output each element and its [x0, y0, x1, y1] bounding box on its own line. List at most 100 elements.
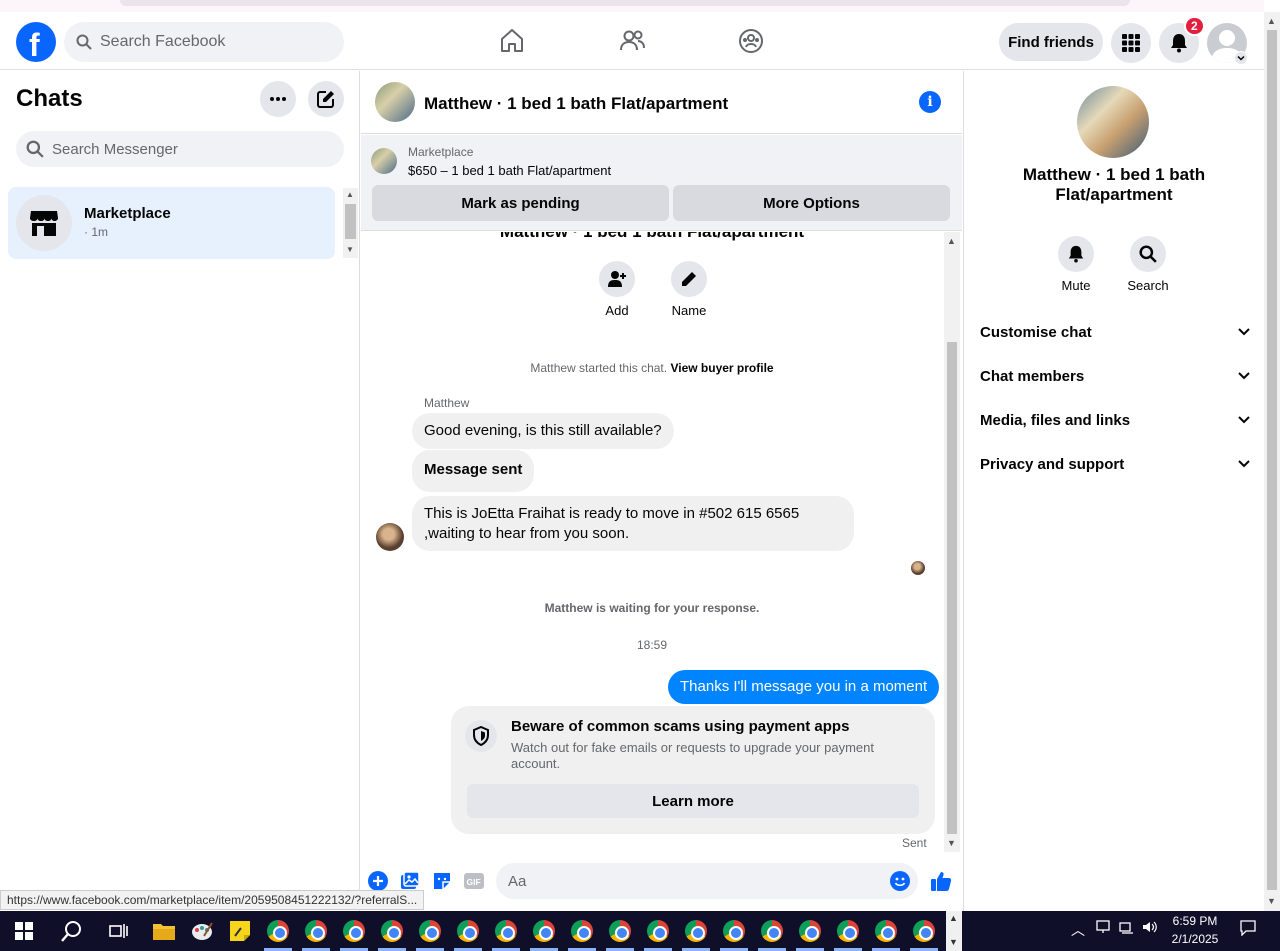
section-chat-members[interactable]: Chat members: [980, 358, 1250, 394]
chrome-icon[interactable]: [760, 919, 784, 943]
mute-action[interactable]: Mute: [1046, 236, 1106, 293]
add-label: Add: [605, 303, 629, 318]
scroll-down-arrow-icon[interactable]: ▼: [949, 937, 958, 947]
chrome-icon[interactable]: [798, 919, 822, 943]
chrome-icon[interactable]: [608, 919, 632, 943]
volume-icon[interactable]: [1142, 920, 1158, 937]
scroll-up-arrow-icon[interactable]: ▲: [947, 236, 956, 246]
task-view-icon[interactable]: [107, 919, 131, 943]
scroll-up-arrow-icon[interactable]: ▲: [1267, 16, 1276, 26]
add-people-action[interactable]: Add: [587, 261, 647, 318]
section-media-files-links[interactable]: Media, files and links: [980, 402, 1250, 438]
chevron-down-icon: [1238, 460, 1250, 468]
chrome-icon[interactable]: [912, 919, 936, 943]
chrome-icon[interactable]: [684, 919, 708, 943]
chevron-down-icon: [1238, 372, 1250, 380]
chrome-icon[interactable]: [646, 919, 670, 943]
taskbar-clock[interactable]: 6:59 PM 2/1/2025: [1166, 912, 1224, 948]
scroll-down-arrow-icon[interactable]: ▼: [947, 838, 956, 848]
more-options-button[interactable]: More Options: [673, 185, 950, 221]
incoming-message[interactable]: Good evening, is this still available?: [412, 413, 674, 449]
notification-center-icon[interactable]: [1240, 920, 1256, 939]
chrome-icon[interactable]: [304, 919, 328, 943]
clock-time: 6:59 PM: [1172, 914, 1218, 928]
listing-thumbnail[interactable]: [371, 148, 397, 174]
home-icon[interactable]: [497, 26, 527, 56]
message-input[interactable]: Aa: [496, 863, 918, 899]
browser-tab-edge: [120, 0, 1130, 6]
incoming-message[interactable]: This is JoEtta Fraihat is ready to move …: [412, 496, 854, 551]
messenger-search-input[interactable]: Search Messenger: [16, 131, 344, 167]
name-chat-action[interactable]: Name: [659, 261, 719, 318]
scroll-down-arrow-icon[interactable]: ▼: [1267, 896, 1276, 906]
paint-app-icon[interactable]: [190, 919, 214, 943]
taskbar-search-icon[interactable]: [60, 919, 84, 943]
conversation-panel: Matthew · 1 bed 1 bath Flat/apartment i …: [361, 71, 962, 911]
scroll-up-arrow-icon[interactable]: ▲: [346, 190, 354, 199]
chrome-icon[interactable]: [836, 919, 860, 943]
chevron-down-icon: [1238, 328, 1250, 336]
message-thread[interactable]: Matthew · 1 bed 1 bath Flat/apartment Ad…: [361, 232, 943, 852]
emoji-icon[interactable]: [889, 870, 911, 892]
thread-scrollbar[interactable]: ▲ ▼: [944, 232, 960, 852]
plus-circle-icon[interactable]: [367, 870, 389, 892]
wifi-icon[interactable]: [1119, 920, 1135, 937]
conversation-title[interactable]: Matthew · 1 bed 1 bath Flat/apartment: [424, 94, 728, 114]
view-buyer-profile-link[interactable]: View buyer profile: [670, 361, 773, 375]
chrome-icon[interactable]: [266, 919, 290, 943]
friends-icon[interactable]: [617, 26, 647, 56]
svg-text:GIF: GIF: [467, 877, 481, 887]
new-message-button[interactable]: [308, 81, 344, 117]
chrome-icon[interactable]: [342, 919, 366, 943]
chat-time: · 1m: [84, 225, 108, 239]
sender-avatar[interactable]: [376, 523, 404, 551]
chrome-icon[interactable]: [494, 919, 518, 943]
section-privacy-support[interactable]: Privacy and support: [980, 446, 1250, 482]
chrome-icon[interactable]: [722, 919, 746, 943]
mark-as-pending-button[interactable]: Mark as pending: [372, 185, 669, 221]
facebook-search-input[interactable]: Search Facebook: [64, 22, 344, 62]
thumbs-up-icon[interactable]: [929, 870, 953, 892]
chrome-icon[interactable]: [570, 919, 594, 943]
outgoing-message[interactable]: Thanks I'll message you in a moment: [668, 670, 940, 704]
scroll-up-arrow-icon[interactable]: ▲: [949, 913, 958, 923]
scroll-down-arrow-icon[interactable]: ▼: [346, 245, 354, 254]
thread-scroll-thumb[interactable]: [947, 342, 957, 834]
learn-more-button[interactable]: Learn more: [467, 784, 919, 818]
conversation-avatar[interactable]: [375, 82, 415, 122]
incoming-message[interactable]: Message sent: [412, 450, 535, 492]
chat-list-scrollbar[interactable]: ▲ ▼: [343, 188, 358, 258]
seen-receipt-avatar: [911, 561, 925, 575]
find-friends-button[interactable]: Find friends: [999, 23, 1103, 61]
network-icon[interactable]: [1096, 920, 1110, 937]
chat-name: Marketplace: [84, 205, 171, 222]
sticker-icon[interactable]: [431, 870, 453, 892]
chrome-icon[interactable]: [874, 919, 898, 943]
section-customise-chat[interactable]: Customise chat: [980, 314, 1250, 350]
chrome-icon[interactable]: [380, 919, 404, 943]
menu-grid-icon[interactable]: [1111, 23, 1151, 63]
listing-avatar[interactable]: [1077, 86, 1149, 158]
photo-icon[interactable]: [399, 870, 421, 892]
chrome-icon[interactable]: [456, 919, 480, 943]
windows-start-icon[interactable]: [12, 919, 36, 943]
page-scroll-thumb[interactable]: [1267, 30, 1277, 890]
taskbar-overflow-scrollbar[interactable]: ▲ ▼: [946, 911, 962, 951]
chat-list-item[interactable]: Marketplace · 1m: [8, 187, 335, 259]
chat-options-button[interactable]: [260, 81, 296, 117]
tray-chevron-up-icon[interactable]: ︿: [1071, 920, 1085, 940]
search-action[interactable]: Search: [1118, 236, 1178, 293]
account-chevron-down-icon[interactable]: [1234, 51, 1248, 65]
chats-sidebar: Chats Search Messenger Marketplace · 1m …: [0, 71, 360, 911]
file-explorer-icon[interactable]: [152, 919, 176, 943]
chat-list-scroll-thumb[interactable]: [345, 204, 356, 239]
groups-icon[interactable]: [736, 26, 766, 56]
info-icon[interactable]: i: [919, 91, 941, 113]
sticky-notes-icon[interactable]: [228, 919, 252, 943]
facebook-logo-icon[interactable]: f: [16, 22, 56, 63]
page-scrollbar[interactable]: ▲ ▼: [1264, 12, 1280, 911]
chrome-icon[interactable]: [418, 919, 442, 943]
gif-icon[interactable]: GIF: [463, 870, 485, 892]
chrome-icon[interactable]: [532, 919, 556, 943]
listing-price-title[interactable]: $650 – 1 bed 1 bath Flat/apartment: [408, 163, 611, 178]
